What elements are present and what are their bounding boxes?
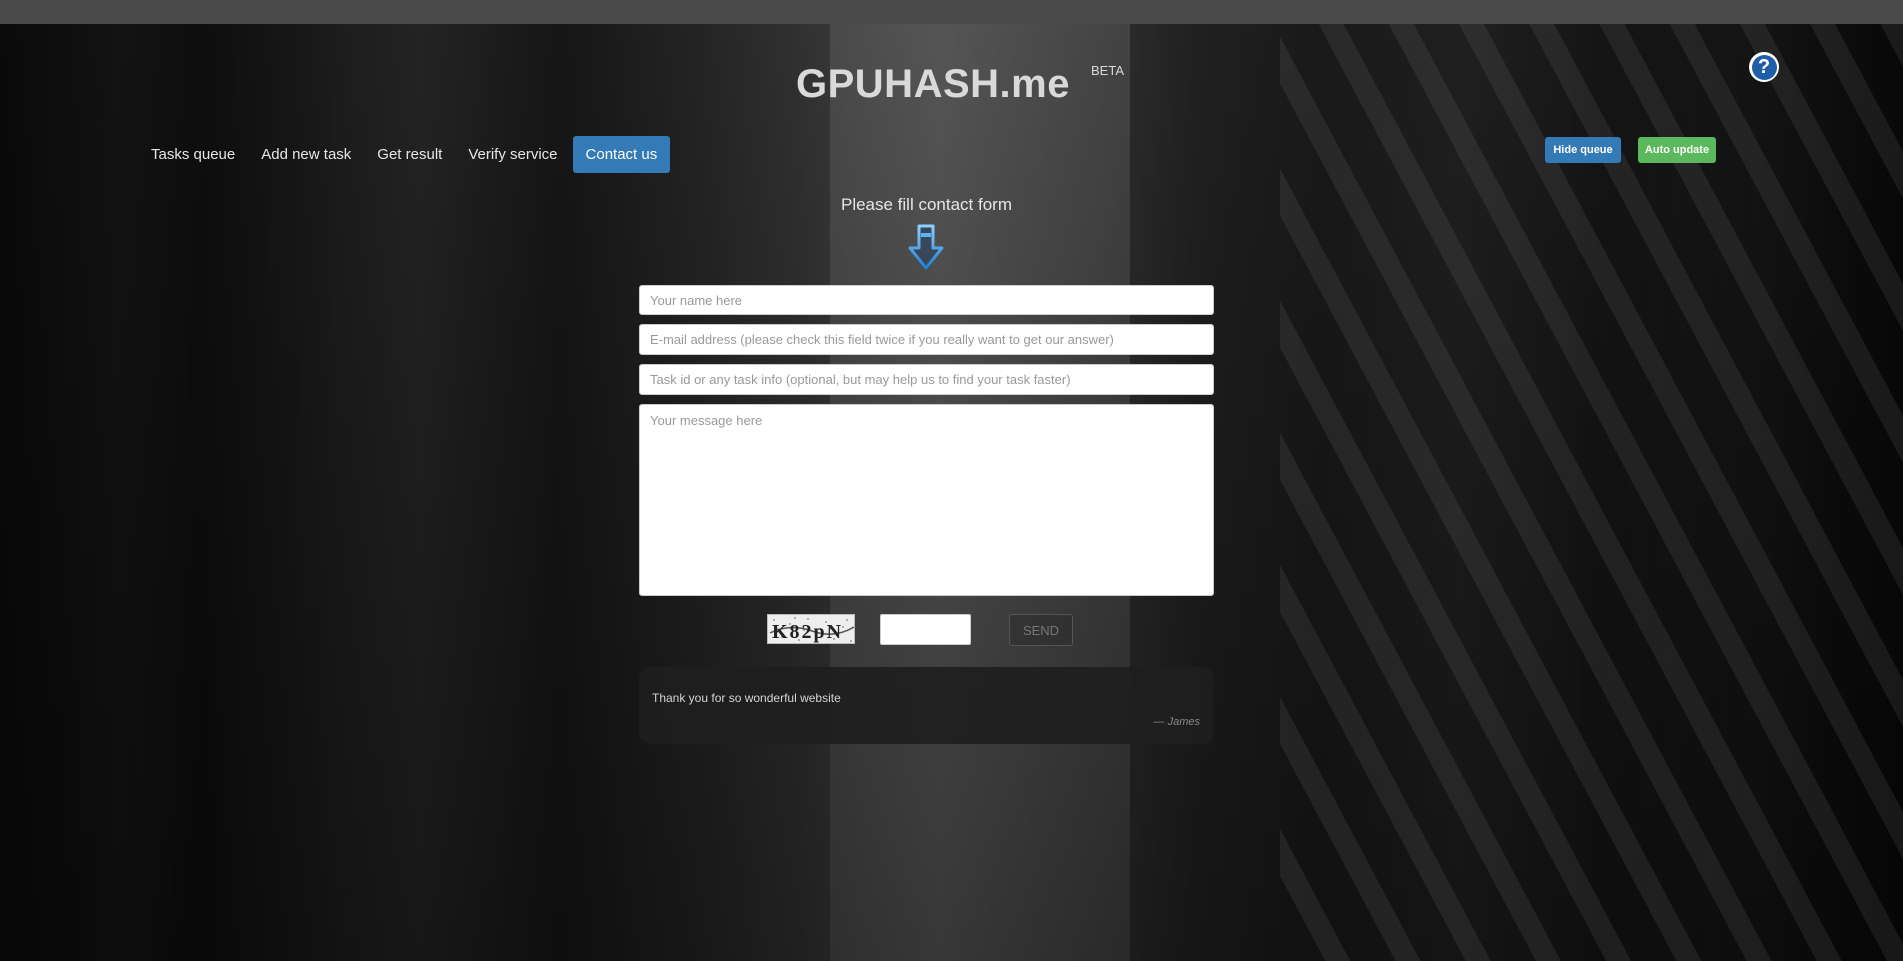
testimonial-text: Thank you for so wonderful website xyxy=(652,691,841,705)
site-logo[interactable]: GPUHASH.me xyxy=(796,62,1070,107)
testimonial-card: Thank you for so wonderful website — Jam… xyxy=(639,667,1214,744)
question-circle-icon: ? xyxy=(1751,54,1777,80)
nav-item-get-result[interactable]: Get result xyxy=(364,136,455,173)
hide-queue-button[interactable]: Hide queue xyxy=(1545,137,1621,163)
auto-update-button[interactable]: Auto update xyxy=(1638,137,1716,163)
down-arrow-icon xyxy=(907,224,945,272)
help-button[interactable]: ? xyxy=(1749,52,1779,82)
nav-item-contact-us[interactable]: Contact us xyxy=(572,136,671,173)
message-textarea[interactable] xyxy=(639,404,1214,596)
task-info-input[interactable] xyxy=(639,364,1214,395)
main-nav: Tasks queue Add new task Get result Veri… xyxy=(138,136,671,173)
captcha-image: K82pN xyxy=(767,614,855,644)
captcha-input[interactable] xyxy=(880,614,971,645)
beta-badge: BETA xyxy=(1091,63,1124,78)
captcha-text: K82pN xyxy=(772,621,843,643)
name-input[interactable] xyxy=(639,285,1214,315)
email-input[interactable] xyxy=(639,324,1214,355)
browser-top-bar xyxy=(0,0,1903,24)
nav-item-verify-service[interactable]: Verify service xyxy=(455,136,570,173)
form-title: Please fill contact form xyxy=(840,195,1012,214)
send-button[interactable]: SEND xyxy=(1009,614,1073,646)
nav-item-tasks-queue[interactable]: Tasks queue xyxy=(138,136,248,173)
testimonial-author: — James xyxy=(1153,716,1200,728)
nav-item-add-new-task[interactable]: Add new task xyxy=(248,136,364,173)
